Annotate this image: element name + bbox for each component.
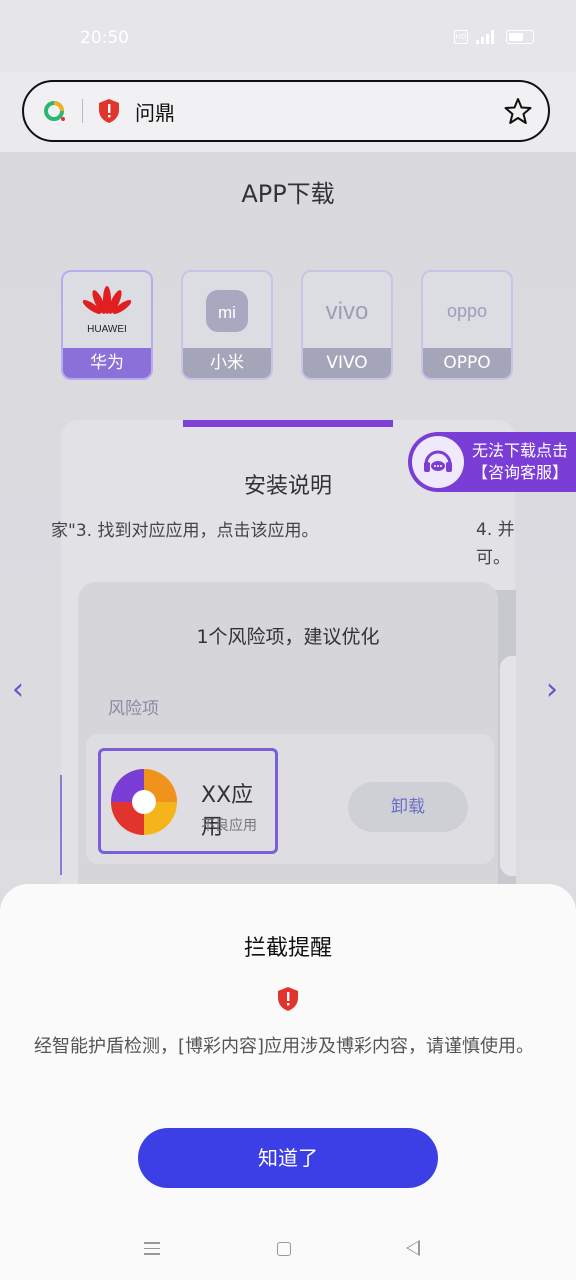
prev-slide-edge [60, 775, 62, 875]
risk-app-highlight[interactable]: XX应用 不良应用 [98, 748, 278, 854]
warning-shield-icon [278, 987, 298, 1011]
home-icon[interactable] [277, 1242, 291, 1256]
acknowledge-button[interactable]: 知道了 [138, 1128, 438, 1188]
xiaomi-logo-icon: mi [183, 272, 271, 350]
risk-panel: 1个风险项，建议优化 风险项 XX应用 不良应用 卸载 [78, 582, 498, 922]
oppo-logo-icon: oppo [423, 272, 511, 350]
signal-icon [476, 30, 498, 44]
system-nav-bar [0, 1238, 576, 1268]
risk-app-tag: 不良应用 [201, 818, 257, 834]
brand-list: HUAWEI 华为 mi 小米 vivo VIVO oppo OPPO [61, 270, 513, 380]
svg-text:HUAWEI: HUAWEI [87, 324, 127, 335]
status-bar: 20:50 HD [0, 0, 576, 72]
risk-title: 1个风险项，建议优化 [196, 626, 380, 648]
next-slide-inner [500, 656, 516, 876]
star-icon[interactable] [504, 97, 532, 125]
brand-card-xiaomi[interactable]: mi 小米 [181, 270, 273, 380]
browser-logo-icon[interactable] [42, 99, 66, 123]
uninstall-button[interactable]: 卸载 [348, 782, 468, 832]
brand-label: 华为 [63, 348, 151, 378]
status-icons: HD [454, 30, 534, 44]
battery-icon [506, 30, 534, 44]
menu-icon[interactable] [144, 1242, 160, 1259]
huawei-logo-icon: HUAWEI [63, 272, 151, 350]
brand-label: VIVO [303, 348, 391, 378]
brand-card-vivo[interactable]: vivo VIVO [301, 270, 393, 380]
install-step-3: 家"3. 找到对应应用，点击该应用。 [51, 521, 319, 541]
vivo-logo-icon: vivo [303, 272, 391, 350]
address-bar[interactable]: 问鼎 [22, 80, 550, 142]
service-line-1: 无法下载点击 [472, 441, 569, 460]
service-line-2: 【咨询客服】 [472, 463, 569, 482]
customer-service-button[interactable]: 无法下载点击 【咨询客服】 [408, 432, 576, 492]
page-title: APP下载 [241, 180, 335, 208]
hd-icon: HD [454, 30, 468, 44]
risk-subtitle: 风险项 [108, 699, 159, 719]
url-divider [82, 99, 83, 123]
install-step-4: 4. 并可。 [476, 520, 515, 568]
back-icon[interactable] [406, 1240, 420, 1256]
svg-text:vivo: vivo [326, 298, 369, 325]
svg-text:mi: mi [218, 303, 236, 322]
brand-card-huawei[interactable]: HUAWEI 华为 [61, 270, 153, 380]
url-text[interactable]: 问鼎 [135, 97, 504, 126]
red-shield-icon[interactable] [97, 98, 121, 124]
brand-label: 小米 [183, 348, 271, 378]
dialog-message: 经智能护盾检测，[博彩内容]应用涉及博彩内容，请谨慎使用。 [34, 1036, 535, 1057]
install-progress-bar [183, 420, 393, 427]
carousel-next-icon[interactable]: › [546, 672, 558, 707]
headset-icon [412, 436, 464, 488]
intercept-dialog: 拦截提醒 经智能护盾检测，[博彩内容]应用涉及博彩内容，请谨慎使用。 知道了 [0, 884, 576, 1280]
brand-card-oppo[interactable]: oppo OPPO [421, 270, 513, 380]
status-time: 20:50 [80, 28, 129, 48]
risk-item: XX应用 不良应用 卸载 [86, 734, 494, 864]
app-aperture-icon [111, 769, 177, 835]
carousel-prev-icon[interactable]: ‹ [12, 672, 24, 707]
svg-text:oppo: oppo [447, 301, 487, 321]
service-text: 无法下载点击 【咨询客服】 [472, 440, 568, 484]
brand-label: OPPO [423, 348, 511, 378]
dialog-title: 拦截提醒 [243, 936, 332, 961]
